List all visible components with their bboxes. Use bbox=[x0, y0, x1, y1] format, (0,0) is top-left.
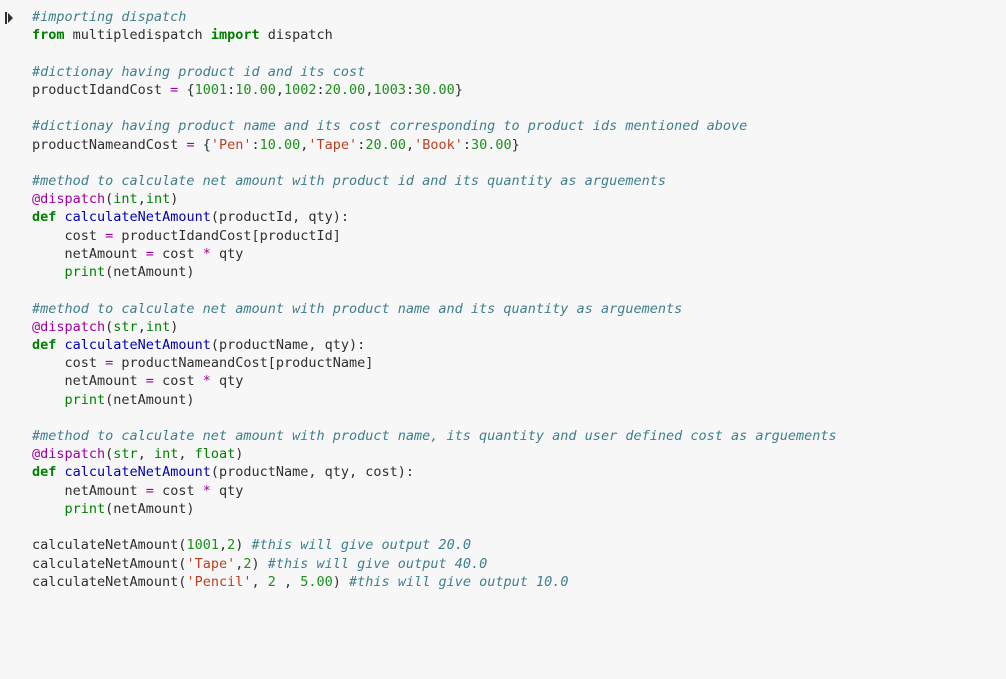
comment: #this will give output 40.0 bbox=[268, 556, 487, 572]
keyword-import: import bbox=[211, 27, 260, 43]
keyword-def: def bbox=[32, 209, 56, 225]
keyword-def: def bbox=[32, 337, 56, 353]
builtin-print: print bbox=[65, 392, 106, 408]
builtin-print: print bbox=[65, 264, 106, 280]
decorator: @dispatch bbox=[32, 191, 105, 207]
function-name: calculateNetAmount bbox=[65, 209, 211, 225]
builtin-print: print bbox=[65, 501, 106, 517]
run-cell-button[interactable] bbox=[4, 6, 26, 595]
comment: #this will give output 20.0 bbox=[252, 537, 471, 553]
run-icon bbox=[8, 13, 13, 23]
code-editor[interactable]: #importing dispatch from multipledispatc… bbox=[26, 6, 1006, 595]
comment: #importing dispatch bbox=[32, 9, 186, 25]
comment: #this will give output 10.0 bbox=[349, 574, 568, 590]
keyword-def: def bbox=[32, 464, 56, 480]
comment: #method to calculate net amount with pro… bbox=[32, 173, 666, 189]
function-name: calculateNetAmount bbox=[65, 464, 211, 480]
decorator: @dispatch bbox=[32, 446, 105, 462]
function-name: calculateNetAmount bbox=[65, 337, 211, 353]
comment: #dictionay having product id and its cos… bbox=[32, 64, 365, 80]
comment: #method to calculate net amount with pro… bbox=[32, 428, 837, 444]
comment: #dictionay having product name and its c… bbox=[32, 118, 747, 134]
code-cell: #importing dispatch from multipledispatc… bbox=[0, 0, 1006, 601]
comment: #method to calculate net amount with pro… bbox=[32, 301, 682, 317]
keyword-from: from bbox=[32, 27, 65, 43]
decorator: @dispatch bbox=[32, 319, 105, 335]
